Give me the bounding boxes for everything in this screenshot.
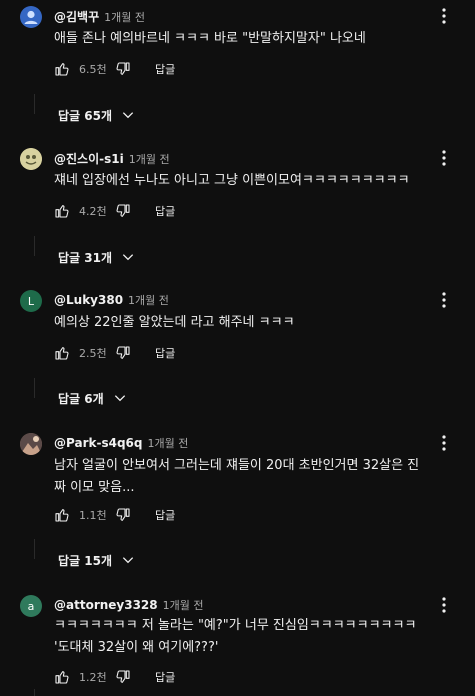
thumb-up-icon[interactable] <box>54 203 70 219</box>
thumb-down-icon[interactable] <box>115 345 131 361</box>
comment-text-line: '도대체 32살이 왜 여기에???' <box>54 640 219 655</box>
comment-author[interactable]: @진스이-s1i <box>54 150 124 167</box>
avatar[interactable] <box>20 148 42 170</box>
avatar[interactable] <box>20 6 42 28</box>
thread-line <box>34 539 35 559</box>
more-vert-icon[interactable] <box>436 148 452 168</box>
view-replies-button[interactable]: 답글 6개 <box>58 387 127 409</box>
view-replies-button[interactable]: 답글 65개 <box>58 104 135 126</box>
avatar[interactable]: L <box>20 290 42 312</box>
thumb-up-icon[interactable] <box>54 61 70 77</box>
reply-button[interactable]: 답글 <box>155 203 175 219</box>
more-vert-icon[interactable] <box>436 290 452 310</box>
avatar-person-icon <box>24 10 38 24</box>
comment-author[interactable]: @Park-s4q6q <box>54 436 142 450</box>
thread-line <box>34 94 35 114</box>
comment-time[interactable]: 1개월 전 <box>104 9 145 25</box>
chevron-down-icon <box>122 112 134 119</box>
chevron-down-icon <box>122 557 134 564</box>
avatar-image-icon <box>20 433 42 455</box>
view-replies-button[interactable]: 답글 15개 <box>58 549 135 571</box>
thumb-down-icon[interactable] <box>115 507 131 523</box>
chevron-down-icon <box>122 254 134 261</box>
comment-time[interactable]: 1개월 전 <box>163 597 204 613</box>
avatar-letter: a <box>27 599 35 613</box>
like-count: 1.1천 <box>79 509 107 522</box>
more-vert-icon[interactable] <box>436 595 452 615</box>
comment-time[interactable]: 1개월 전 <box>147 435 188 451</box>
comment-text-line: ㅋㅋㅋㅋㅋㅋㅋ 저 놀라는 "예?"가 너무 진심임ㅋㅋㅋㅋㅋㅋㅋㅋㅋ <box>54 618 417 633</box>
thumb-up-icon[interactable] <box>54 507 70 523</box>
thumb-up-icon[interactable] <box>54 345 70 361</box>
thumb-down-icon[interactable] <box>115 61 131 77</box>
chevron-down-icon <box>114 395 125 402</box>
replies-count-label: 답글 15개 <box>58 553 112 568</box>
replies-count-label: 답글 31개 <box>58 250 112 265</box>
comment-author[interactable]: @attorney3328 <box>54 598 158 612</box>
replies-count-label: 답글 6개 <box>58 391 104 406</box>
comment-text-line: 애들 존나 예의바르네 ㅋㅋㅋ 바로 "반말하지말자" 나오네 <box>54 31 366 46</box>
reply-button[interactable]: 답글 <box>155 669 175 685</box>
comment-author[interactable]: @Luky380 <box>54 293 123 307</box>
comment-time[interactable]: 1개월 전 <box>128 292 169 308</box>
thumb-up-icon[interactable] <box>54 669 70 685</box>
avatar-image-icon <box>20 148 42 170</box>
view-replies-button[interactable]: 답글 31개 <box>58 246 135 268</box>
like-count: 6.5천 <box>79 63 107 76</box>
replies-count-label: 답글 65개 <box>58 108 112 123</box>
thumb-down-icon[interactable] <box>115 203 131 219</box>
like-count: 1.2천 <box>79 671 107 684</box>
avatar[interactable] <box>20 433 42 455</box>
like-count: 4.2천 <box>79 205 107 218</box>
comment-text: 남자 얼굴이 안보여서 그러는데 쟤들이 20대 초반인거면 32살은 진 짜 … <box>54 455 459 499</box>
comment-time[interactable]: 1개월 전 <box>129 151 170 167</box>
thread-line <box>34 236 35 256</box>
thread-line <box>34 689 35 696</box>
reply-button[interactable]: 답글 <box>155 61 175 77</box>
thread-line <box>34 378 35 398</box>
comment-text-line: 짜 이모 맞음... <box>54 480 135 495</box>
avatar-letter: L <box>27 294 35 308</box>
comment-text: 예의상 22인줄 알았는데 라고 해주네 ㅋㅋㅋ <box>54 312 459 334</box>
thumb-down-icon[interactable] <box>115 669 131 685</box>
avatar[interactable]: a <box>20 595 42 617</box>
more-vert-icon[interactable] <box>436 433 452 453</box>
like-count: 2.5천 <box>79 347 107 360</box>
comment-text: ㅋㅋㅋㅋㅋㅋㅋ 저 놀라는 "예?"가 너무 진심임ㅋㅋㅋㅋㅋㅋㅋㅋㅋ '도대체… <box>54 615 459 659</box>
comment-text: 쟤네 입장에선 누나도 아니고 그냥 이쁜이모여ㅋㅋㅋㅋㅋㅋㅋㅋㅋ <box>54 170 459 192</box>
reply-button[interactable]: 답글 <box>155 507 175 523</box>
reply-button[interactable]: 답글 <box>155 345 175 361</box>
more-vert-icon[interactable] <box>436 6 452 26</box>
comment-text-line: 쟤네 입장에선 누나도 아니고 그냥 이쁜이모여ㅋㅋㅋㅋㅋㅋㅋㅋㅋ <box>54 173 410 188</box>
comment-author[interactable]: @김백꾸 <box>54 8 99 25</box>
comment-text: 애들 존나 예의바르네 ㅋㅋㅋ 바로 "반말하지말자" 나오네 <box>54 28 459 50</box>
comment-text-line: 예의상 22인줄 알았는데 라고 해주네 ㅋㅋㅋ <box>54 315 295 330</box>
comment-text-line: 남자 얼굴이 안보여서 그러는데 쟤들이 20대 초반인거면 32살은 진 <box>54 458 420 473</box>
